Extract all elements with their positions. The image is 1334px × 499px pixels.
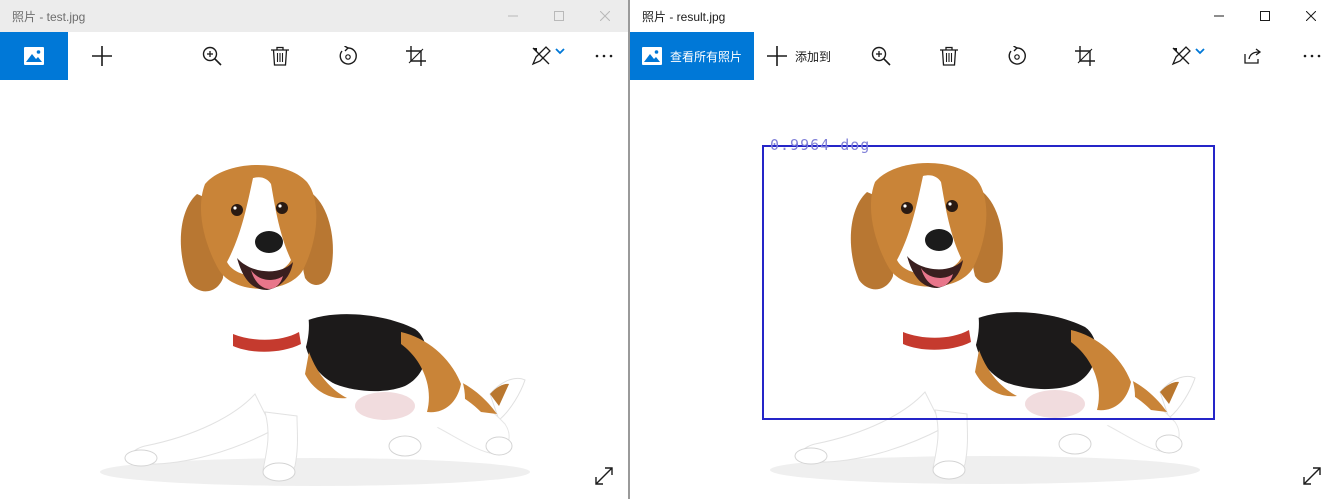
zoom-button[interactable] (865, 32, 897, 80)
view-all-photos-button[interactable] (0, 32, 68, 80)
add-to-button[interactable] (86, 32, 118, 80)
share-icon (1244, 48, 1262, 64)
toolbar: 查看所有照片 添加到 (630, 32, 1334, 80)
title-bar: 照片 - result.jpg (630, 0, 1334, 32)
photos-window-result: 照片 - result.jpg 查看所有照片 添加到 0.9964 dog (630, 0, 1334, 499)
delete-button[interactable] (264, 32, 296, 80)
full-screen-button[interactable] (588, 460, 620, 492)
photo-viewer: 0.9964 dog (630, 80, 1334, 499)
crop-button[interactable] (400, 32, 432, 80)
plus-icon (92, 46, 112, 66)
crop-icon (1075, 46, 1095, 66)
toolbar (0, 32, 628, 80)
rotate-icon (1008, 46, 1026, 65)
add-to-button[interactable]: 添加到 (764, 32, 834, 80)
full-screen-button[interactable] (1296, 460, 1328, 492)
close-button[interactable] (1288, 0, 1334, 32)
rotate-icon (339, 46, 357, 65)
view-all-photos-button[interactable]: 查看所有照片 (630, 32, 754, 80)
trash-icon (271, 46, 289, 66)
minimize-icon (1214, 15, 1224, 17)
edit-create-icon (1171, 46, 1191, 66)
more-button[interactable] (588, 32, 620, 80)
beagle-dog-photo (99, 164, 531, 487)
minimize-button[interactable] (490, 0, 536, 32)
chevron-down-icon (555, 48, 565, 55)
close-icon (1306, 11, 1316, 21)
window-title: 照片 - test.jpg (12, 9, 86, 24)
minimize-icon (508, 15, 518, 17)
edit-create-icon (531, 46, 551, 66)
edit-create-button[interactable] (526, 32, 570, 80)
photos-window-test: 照片 - test.jpg (0, 0, 628, 499)
expand-icon (595, 467, 613, 485)
photo-viewer (0, 80, 628, 499)
chevron-down-icon (1195, 48, 1205, 55)
more-icon (595, 54, 613, 58)
window-title: 照片 - result.jpg (642, 9, 726, 24)
rotate-button[interactable] (1001, 32, 1033, 80)
zoom-button[interactable] (196, 32, 228, 80)
expand-icon (1303, 467, 1321, 485)
trash-icon (940, 46, 958, 66)
share-button[interactable] (1237, 32, 1269, 80)
more-icon (1303, 54, 1321, 58)
add-to-label: 添加到 (794, 49, 831, 64)
crop-icon (406, 46, 426, 66)
detection-bounding-box (762, 145, 1215, 420)
zoom-in-icon (202, 46, 222, 66)
minimize-button[interactable] (1196, 0, 1242, 32)
crop-button[interactable] (1069, 32, 1101, 80)
more-button[interactable] (1296, 32, 1328, 80)
rotate-button[interactable] (332, 32, 364, 80)
title-bar: 照片 - test.jpg (0, 0, 628, 32)
maximize-icon (554, 11, 564, 21)
detection-label: 0.9964 dog (770, 136, 871, 154)
edit-create-button[interactable] (1166, 32, 1210, 80)
maximize-button[interactable] (536, 0, 582, 32)
plus-icon (766, 46, 787, 66)
zoom-in-icon (871, 46, 891, 66)
maximize-icon (1260, 11, 1270, 21)
close-button[interactable] (582, 0, 628, 32)
view-all-photos-label: 查看所有照片 (669, 49, 742, 64)
delete-button[interactable] (933, 32, 965, 80)
photos-gallery-icon (641, 47, 662, 65)
maximize-button[interactable] (1242, 0, 1288, 32)
close-icon (600, 11, 610, 21)
photos-gallery-icon (24, 47, 44, 65)
